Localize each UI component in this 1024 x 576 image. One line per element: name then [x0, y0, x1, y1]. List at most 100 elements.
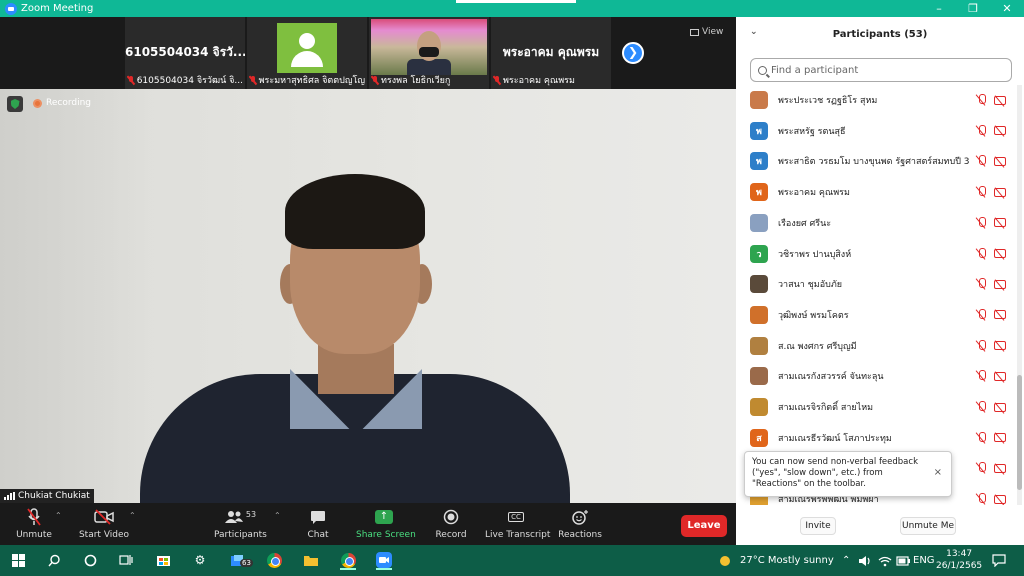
participants-options-caret-icon[interactable]: ⌃ — [274, 511, 281, 520]
participant-name: สามเณรกังสวรรค์ จันทะลุน — [778, 372, 884, 383]
participant-muted-mic-icon — [976, 370, 986, 382]
view-label: View — [702, 27, 724, 37]
participant-name: สามเณรธีรวัฒน์ โสภาประทุม — [778, 433, 892, 444]
participant-row[interactable]: เรืองยศ ศรีนะ — [736, 208, 1016, 238]
participant-row[interactable]: ส.ณ พงศกร ศรีบุญมี — [736, 331, 1016, 361]
security-shield-icon[interactable] — [7, 96, 23, 112]
recording-dot-icon — [33, 98, 42, 108]
participant-row[interactable]: พ พระสาธิต วรธมโม บางขุนพด รัฐศาสตร์สมทบป… — [736, 146, 1016, 176]
participant-row[interactable]: สามเณรจิรกิตติ์ สายไหม — [736, 392, 1016, 422]
participant-name: เรืองยศ ศรีนะ — [778, 218, 832, 229]
participant-name: วชิราพร ปานบุสิงห์ — [778, 249, 852, 260]
participant-muted-mic-icon — [976, 431, 986, 444]
muted-microphone-icon — [27, 508, 41, 526]
weather-text[interactable]: 27°C Mostly sunny — [740, 555, 834, 566]
record-label: Record — [435, 530, 467, 540]
participant-row[interactable]: วุฒิพงษ์ พรมโคตร — [736, 300, 1016, 330]
zoom-taskbar-icon[interactable] — [374, 550, 394, 570]
default-avatar-icon — [277, 23, 337, 73]
settings-gear-icon[interactable]: ⚙ — [190, 550, 210, 570]
signal-strength-icon — [4, 492, 15, 500]
participant-muted-mic-icon — [976, 247, 986, 260]
chrome-icon[interactable] — [264, 550, 284, 570]
participant-row[interactable]: พ พระสหรัฐ รตนสุธี — [736, 116, 1016, 146]
invite-button[interactable]: Invite — [800, 517, 836, 535]
start-windows-icon[interactable] — [8, 550, 28, 570]
cortana-icon[interactable] — [80, 550, 100, 570]
participant-row[interactable]: ว วชิราพร ปานบุสิงห์ — [736, 239, 1016, 269]
task-view-icon[interactable] — [116, 550, 136, 570]
share-screen-button[interactable]: ↑ Share Screen — [356, 507, 416, 540]
participant-name: พระประเวช รฏฐธิโร สุหม — [778, 96, 878, 106]
video-thumbnail-strip: 6105504034 จิรวั... 6105504034 จิรวัฒน์ … — [0, 17, 736, 89]
thumbnail-tile[interactable]: ทรงพล โยธิกเวียกู — [369, 17, 489, 89]
participant-muted-mic-icon — [976, 124, 986, 137]
reactions-smiley-icon — [572, 510, 588, 525]
participant-row[interactable]: สามเณรกังสวรรค์ จันทะลุน — [736, 361, 1016, 391]
wifi-icon[interactable] — [878, 555, 892, 567]
participant-muted-mic-icon — [976, 94, 986, 106]
unmute-button[interactable]: Unmute — [14, 507, 54, 540]
notifications-icon[interactable] — [992, 554, 1006, 567]
audio-options-caret-icon[interactable]: ⌃ — [55, 511, 62, 520]
reactions-button[interactable]: Reactions — [558, 507, 602, 540]
view-button[interactable]: View — [690, 27, 723, 37]
language-indicator[interactable]: ENG — [913, 555, 935, 566]
participant-video-off-icon — [994, 310, 1006, 320]
participant-muted-mic-icon — [976, 216, 986, 229]
scrollbar-thumb[interactable] — [1017, 375, 1022, 490]
participant-video-off-icon — [994, 402, 1006, 412]
battery-icon[interactable] — [896, 555, 910, 566]
chat-button[interactable]: Chat — [298, 507, 338, 540]
tray-chevron-up-icon[interactable]: ⌃ — [842, 555, 850, 566]
panel-header: ⌄ Participants (53) — [736, 17, 1024, 51]
thumbnail-big-name: 6105504034 จิรวั... — [125, 45, 245, 59]
participant-avatar: พ — [750, 183, 768, 202]
file-explorer-icon[interactable] — [301, 550, 321, 570]
system-clock[interactable]: 13:47 26/1/2565 — [936, 548, 982, 572]
participant-row[interactable]: วาสนา ชุมอับภัย — [736, 269, 1016, 299]
muted-mic-icon — [371, 75, 379, 85]
clock-time: 13:47 — [946, 549, 973, 559]
video-options-caret-icon[interactable]: ⌃ — [129, 511, 136, 520]
record-button[interactable]: Record — [432, 507, 470, 540]
thumbnail-caption: ทรงพล โยธิกเวียกู — [381, 76, 451, 86]
participant-avatar — [750, 213, 768, 232]
volume-icon[interactable] — [858, 555, 872, 567]
thumbnail-tile[interactable]: พระอาคม คุณพรม พระอาคม คุณพรม — [491, 17, 611, 89]
close-window-button[interactable]: ✕ — [990, 0, 1024, 17]
participant-name: พระอาคม คุณพรม — [778, 188, 850, 199]
close-tip-icon[interactable]: × — [934, 467, 942, 478]
participants-button[interactable]: 53 Participants — [214, 507, 267, 541]
thumbnail-caption: 6105504034 จิรวัฒน์ จิ... — [136, 76, 243, 86]
chat-bubble-icon — [311, 510, 325, 524]
speaker-name: Chukiat Chukiat — [18, 491, 90, 501]
participants-panel: ⌄ Participants (53) Find a participant พ… — [736, 17, 1024, 545]
participant-row[interactable]: ส สามเณรธีรวัฒน์ โสภาประทุม — [736, 423, 1016, 453]
participant-avatar: พ — [750, 152, 768, 171]
share-screen-arrow-icon: ↑ — [375, 510, 393, 524]
search-taskbar-icon[interactable] — [44, 550, 64, 570]
leave-button[interactable]: Leave — [681, 515, 727, 537]
next-page-arrow-icon[interactable]: ❯ — [622, 42, 644, 64]
live-transcript-button[interactable]: CC Live Transcript — [485, 507, 551, 540]
collapse-panel-chevron-icon[interactable]: ⌄ — [750, 27, 758, 37]
store-icon[interactable] — [153, 550, 173, 570]
participant-name: พระสาธิต วรธมโม บางขุนพด รัฐศาสตร์สมทบปี… — [778, 157, 970, 168]
chrome-active-icon[interactable] — [338, 550, 358, 570]
speaker-hair — [285, 174, 425, 249]
participant-search-input[interactable]: Find a participant — [750, 58, 1012, 82]
thumbnail-tile[interactable]: 6105504034 จิรวั... 6105504034 จิรวัฒน์ … — [125, 17, 245, 89]
minimize-button[interactable]: – — [922, 0, 956, 17]
participant-muted-mic-icon — [976, 186, 986, 198]
participant-row[interactable]: พระประเวช รฏฐธิโร สุหม — [736, 85, 1016, 115]
maximize-button[interactable]: ❐ — [956, 0, 990, 17]
participant-video-off-icon — [994, 126, 1006, 136]
thumbnail-tile[interactable]: พระมหาสุทธิศล จิตตปญโญ — [247, 17, 367, 89]
unmute-me-button[interactable]: Unmute Me — [900, 517, 956, 535]
start-video-label: Start Video — [78, 530, 130, 540]
participant-video-off-icon — [994, 95, 1006, 105]
start-video-button[interactable]: Start Video — [78, 507, 130, 540]
participant-row[interactable]: พ พระอาคม คุณพรม — [736, 177, 1016, 207]
live-transcript-label: Live Transcript — [485, 530, 551, 540]
